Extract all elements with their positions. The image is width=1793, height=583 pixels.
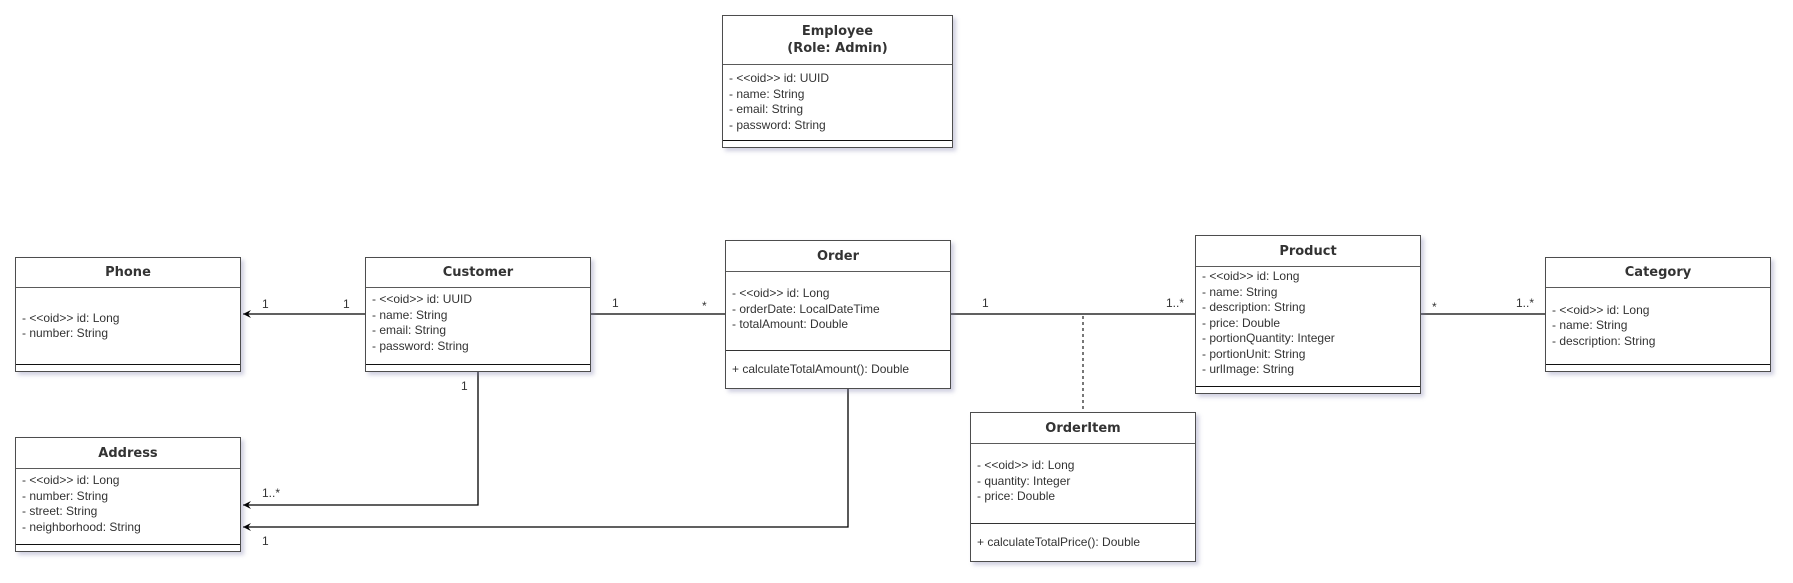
multiplicity-customer-phone-end: 1: [343, 297, 350, 311]
attribute: - <<oid>> id: Long: [977, 458, 1075, 472]
attribute: - price: Double: [977, 489, 1056, 503]
attribute: - name: String: [1202, 284, 1278, 299]
class-employee-operations: [723, 140, 952, 147]
attribute: - password: String: [372, 338, 469, 353]
class-orderitem-name: OrderItem: [971, 413, 1195, 444]
attribute: - <<oid>> id: Long: [22, 310, 120, 325]
class-category[interactable]: Category - <<oid>> id: Long - name: Stri…: [1545, 257, 1771, 372]
class-orderitem-operations: + calculateTotalPrice(): Double: [971, 523, 1195, 561]
operation: + calculateTotalAmount(): Double: [732, 361, 910, 376]
attribute: - <<oid>> id: Long: [732, 286, 830, 300]
class-phone-operations: [16, 364, 240, 371]
attribute: - neighborhood: String: [22, 519, 141, 534]
class-address-attributes: - <<oid>> id: Long - number: String - st…: [16, 469, 240, 544]
association-order-address[interactable]: [243, 388, 849, 531]
class-address-name: Address: [16, 438, 240, 469]
class-order-attributes: - <<oid>> id: Long - orderDate: LocalDat…: [726, 272, 950, 350]
multiplicity-address-order-end: 1: [262, 534, 269, 548]
attribute: - price: Double: [1202, 315, 1281, 330]
diagram-canvas: Employee (Role: Admin) - <<oid>> id: UUI…: [0, 0, 1793, 583]
attribute: - name: String: [372, 307, 448, 322]
multiplicity-product-category-end: *: [1432, 300, 1437, 314]
class-orderitem[interactable]: OrderItem - <<oid>> id: Long - quantity:…: [970, 412, 1196, 562]
class-product-operations: [1196, 386, 1420, 393]
attribute: - name: String: [1552, 318, 1628, 333]
association-customer-address[interactable]: [243, 371, 479, 509]
class-order-operations: + calculateTotalAmount(): Double: [726, 350, 950, 388]
class-phone[interactable]: Phone - <<oid>> id: Long - number: Strin…: [15, 257, 241, 372]
multiplicity-address-customer-end: 1..*: [262, 486, 281, 500]
class-customer-name: Customer: [366, 258, 590, 288]
attribute: - street: String: [22, 504, 98, 518]
multiplicity-phone-end: 1: [262, 297, 269, 311]
attribute: - number: String: [22, 488, 109, 503]
attribute: - quantity: Integer: [977, 473, 1071, 488]
multiplicity-customer-order-end: 1: [612, 296, 619, 310]
class-address[interactable]: Address - <<oid>> id: Long - number: Str…: [15, 437, 241, 552]
class-category-operations: [1546, 364, 1770, 371]
multiplicity-order-product-end: 1: [982, 296, 989, 310]
attribute: - portionUnit: String: [1202, 346, 1306, 361]
multiplicity-order-customer-end: *: [702, 299, 707, 313]
attribute: - portionQuantity: Integer: [1202, 331, 1335, 345]
class-employee[interactable]: Employee (Role: Admin) - <<oid>> id: UUI…: [722, 15, 953, 148]
attribute: - <<oid>> id: UUID: [729, 71, 830, 85]
operation: + calculateTotalPrice(): Double: [977, 534, 1141, 549]
multiplicity-customer-address-end: 1: [461, 379, 468, 393]
class-address-operations: [16, 544, 240, 551]
class-order[interactable]: Order - <<oid>> id: Long - orderDate: Lo…: [725, 240, 951, 389]
class-employee-name: Employee (Role: Admin): [723, 16, 952, 65]
attribute: - <<oid>> id: Long: [1202, 269, 1300, 283]
class-product-attributes: - <<oid>> id: Long - name: String - desc…: [1196, 267, 1420, 386]
attribute: - description: String: [1552, 333, 1656, 348]
class-product-name: Product: [1196, 236, 1420, 267]
class-category-name: Category: [1546, 258, 1770, 288]
class-customer-operations: [366, 364, 590, 371]
class-customer[interactable]: Customer - <<oid>> id: UUID - name: Stri…: [365, 257, 591, 372]
attribute: - name: String: [729, 86, 805, 101]
class-customer-attributes: - <<oid>> id: UUID - name: String - emai…: [366, 288, 590, 364]
class-employee-attributes: - <<oid>> id: UUID - name: String - emai…: [723, 65, 952, 140]
attribute: - urlImage: String: [1202, 362, 1295, 376]
class-order-name: Order: [726, 241, 950, 272]
class-product[interactable]: Product - <<oid>> id: Long - name: Strin…: [1195, 235, 1421, 394]
attribute: - <<oid>> id: UUID: [372, 292, 473, 306]
attribute: - orderDate: LocalDateTime: [732, 301, 880, 316]
attribute: - <<oid>> id: Long: [1552, 302, 1650, 317]
attribute: - number: String: [22, 326, 109, 340]
class-category-attributes: - <<oid>> id: Long - name: String - desc…: [1546, 288, 1770, 364]
attribute: - <<oid>> id: Long: [22, 473, 120, 487]
multiplicity-product-order-end: 1..*: [1166, 296, 1185, 310]
attribute: - password: String: [729, 117, 826, 132]
class-phone-attributes: - <<oid>> id: Long - number: String: [16, 288, 240, 364]
attribute: - description: String: [1202, 300, 1306, 314]
attribute: - totalAmount: Double: [732, 317, 849, 331]
attribute: - email: String: [729, 102, 804, 116]
attribute: - email: String: [372, 323, 447, 337]
multiplicity-category-end: 1..*: [1516, 296, 1535, 310]
class-orderitem-attributes: - <<oid>> id: Long - quantity: Integer -…: [971, 444, 1195, 523]
class-phone-name: Phone: [16, 258, 240, 288]
